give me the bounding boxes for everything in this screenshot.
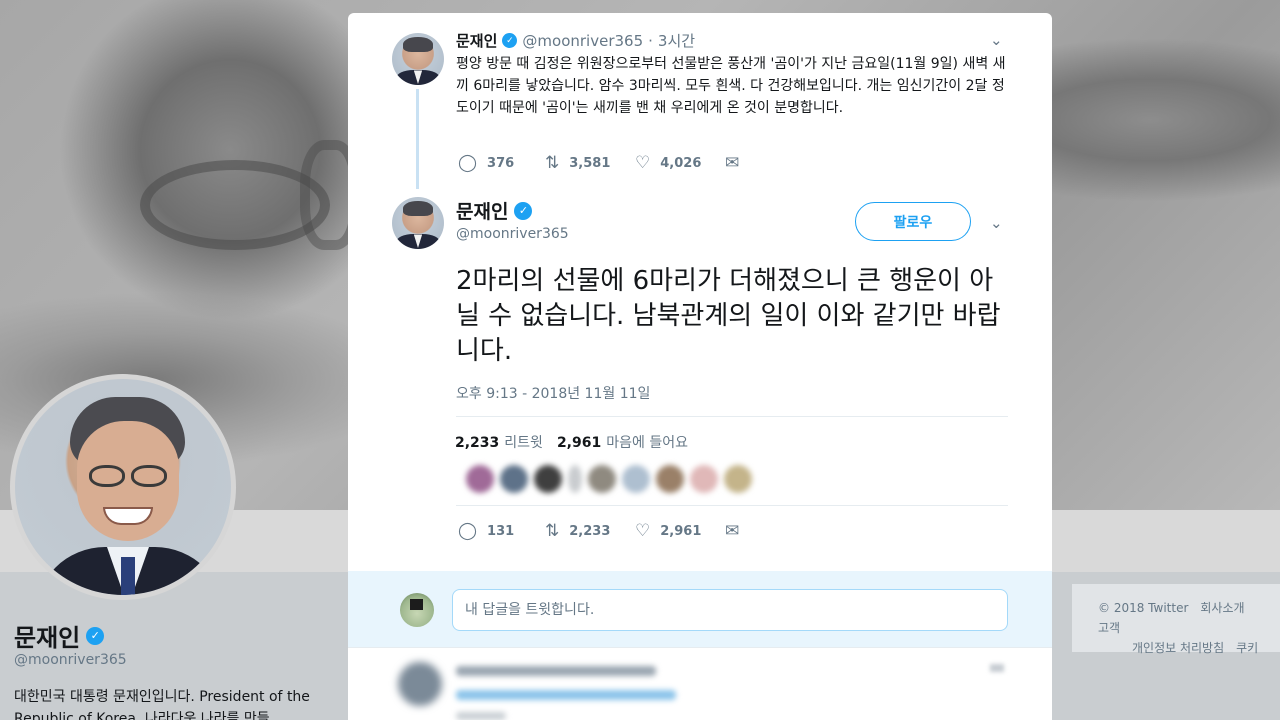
tweet-stats: 2,233 리트윗 2,961 마음에 들어요 bbox=[455, 432, 688, 452]
direct-message-button[interactable]: ✉ bbox=[725, 521, 739, 541]
envelope-icon: ✉ bbox=[725, 153, 740, 173]
like-count: 4,026 bbox=[660, 155, 702, 171]
avatar-glasses bbox=[89, 465, 125, 487]
tweet-time[interactable]: 3시간 bbox=[658, 30, 695, 51]
retweet-stat-label: 리트윗 bbox=[504, 435, 543, 451]
liker-avatar[interactable] bbox=[534, 465, 562, 493]
footer-links: © 2018 Twitter 회사소개고객 개인정보 처리방침 쿠키 bbox=[1072, 584, 1280, 655]
avatar-glasses bbox=[131, 465, 167, 487]
footer-link-ads[interactable]: 고객 bbox=[1098, 621, 1120, 635]
tweet-actions: ◯ 376 ⇅ 3,581 ♡ 4,026 ✉ bbox=[458, 153, 739, 173]
envelope-icon: ✉ bbox=[725, 521, 740, 541]
liker-avatar[interactable] bbox=[588, 465, 616, 493]
verified-icon: ✓ bbox=[502, 33, 518, 48]
liker-avatar[interactable] bbox=[500, 465, 528, 493]
avatar-detail bbox=[410, 599, 423, 610]
reply-count: 131 bbox=[487, 523, 515, 539]
thread-connector-line bbox=[416, 89, 419, 189]
like-stat[interactable]: 2,961 마음에 들어요 bbox=[557, 432, 688, 452]
profile-avatar[interactable] bbox=[10, 374, 236, 600]
like-button[interactable]: ♡ 4,026 bbox=[635, 153, 725, 173]
retweet-stat[interactable]: 2,233 리트윗 bbox=[455, 432, 543, 452]
like-count: 2,961 bbox=[660, 523, 702, 539]
retweet-icon: ⇅ bbox=[545, 521, 560, 541]
reply-author-avatar[interactable] bbox=[398, 662, 442, 706]
liker-avatar[interactable] bbox=[690, 465, 718, 493]
tweet-author-avatar[interactable] bbox=[392, 197, 444, 249]
liker-avatar[interactable] bbox=[568, 465, 582, 493]
verified-icon: ✓ bbox=[86, 626, 105, 645]
profile-name[interactable]: 문재인 ✓ bbox=[14, 618, 105, 653]
blurred-text bbox=[456, 712, 506, 720]
reply-count: 376 bbox=[487, 155, 515, 171]
footer-link-privacy[interactable]: 개인정보 처리방침 bbox=[1132, 641, 1224, 655]
tweet-timestamp[interactable]: 오후 9:13 - 2018년 11월 11일 bbox=[456, 383, 650, 403]
retweet-stat-count: 2,233 bbox=[455, 435, 500, 451]
footer-copyright: © 2018 Twitter bbox=[1098, 601, 1189, 615]
liker-avatar[interactable] bbox=[724, 465, 752, 493]
tweet-text: 평양 방문 때 김정은 위원장으로부터 선물받은 풍산개 '곰이'가 지난 금요… bbox=[456, 56, 1006, 116]
reply-icon: ◯ bbox=[458, 521, 478, 541]
retweet-count: 2,233 bbox=[569, 523, 611, 539]
like-stat-count: 2,961 bbox=[556, 435, 602, 451]
retweet-button[interactable]: ⇅ 3,581 bbox=[545, 153, 635, 173]
tweet-author-name-text[interactable]: 문재인 bbox=[456, 197, 508, 224]
tweet-modal: 문재인 ✓ @moonriver365 · 3시간 ⌄ 평양 방문 때 김정은 … bbox=[348, 13, 1052, 720]
divider bbox=[456, 505, 1008, 506]
profile-bio: 대한민국 대통령 문재인입니다. President of the Republ… bbox=[14, 689, 310, 720]
divider bbox=[456, 416, 1008, 417]
footer-link-about[interactable]: 회사소개 bbox=[1200, 601, 1244, 615]
tweet-author-handle[interactable]: @moonriver365 bbox=[456, 226, 569, 242]
reply-icon: ◯ bbox=[458, 153, 478, 173]
tweet-header: 문재인 ✓ @moonriver365 · 3시간 bbox=[456, 30, 695, 51]
like-stat-label: 마음에 들어요 bbox=[606, 435, 688, 451]
tweet-text: 2마리의 선물에 6마리가 더해졌으니 큰 행운이 아닐 수 없습니다. 남북관… bbox=[456, 266, 1001, 366]
profile-name-text[interactable]: 문재인 bbox=[14, 618, 80, 653]
verified-icon: ✓ bbox=[514, 201, 533, 220]
reply-tweet[interactable] bbox=[348, 647, 1052, 720]
chevron-down-icon[interactable] bbox=[990, 664, 1004, 672]
reply-button[interactable]: ◯ 376 bbox=[458, 153, 545, 173]
tweet-author-avatar[interactable] bbox=[392, 33, 444, 85]
direct-message-button[interactable]: ✉ bbox=[725, 153, 739, 173]
heart-icon: ♡ bbox=[635, 153, 651, 173]
avatar-hair bbox=[403, 37, 433, 52]
footer-link-cookies[interactable]: 쿠키 bbox=[1236, 641, 1258, 655]
liker-avatars bbox=[456, 453, 1008, 505]
heart-icon: ♡ bbox=[635, 521, 651, 541]
retweet-button[interactable]: ⇅ 2,233 bbox=[545, 521, 635, 541]
blurred-text bbox=[456, 690, 676, 700]
separator-dot: · bbox=[648, 31, 653, 50]
tweet-author-handle[interactable]: @moonriver365 bbox=[522, 32, 643, 50]
liker-avatar[interactable] bbox=[656, 465, 684, 493]
current-user-avatar bbox=[400, 593, 434, 627]
avatar-tie bbox=[121, 557, 135, 595]
chevron-down-icon[interactable]: ⌄ bbox=[990, 214, 1003, 232]
profile-handle: @moonriver365 bbox=[14, 652, 127, 668]
follow-button[interactable]: 팔로우 bbox=[855, 202, 971, 241]
blurred-text bbox=[456, 666, 656, 676]
reply-input[interactable] bbox=[452, 589, 1008, 631]
liker-avatar[interactable] bbox=[622, 465, 650, 493]
retweet-count: 3,581 bbox=[569, 155, 611, 171]
tweet-author-name[interactable]: 문재인 ✓ bbox=[456, 197, 533, 224]
like-button[interactable]: ♡ 2,961 bbox=[635, 521, 725, 541]
chevron-down-icon[interactable]: ⌄ bbox=[990, 31, 1003, 49]
avatar-hair bbox=[403, 201, 433, 216]
liker-avatar[interactable] bbox=[466, 465, 494, 493]
reply-button[interactable]: ◯ 131 bbox=[458, 521, 545, 541]
tweet-actions: ◯ 131 ⇅ 2,233 ♡ 2,961 ✉ bbox=[458, 521, 739, 541]
retweet-icon: ⇅ bbox=[545, 153, 560, 173]
tweet-author-name[interactable]: 문재인 bbox=[456, 30, 497, 51]
